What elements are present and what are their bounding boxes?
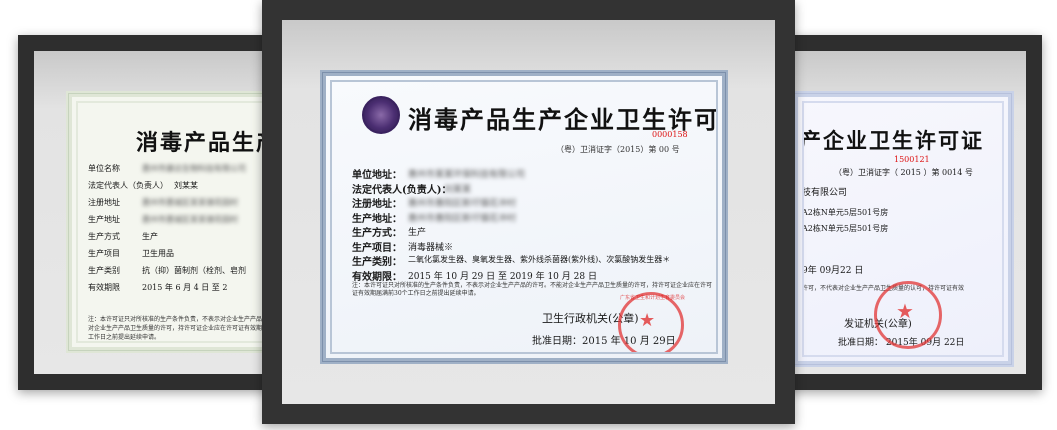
left-cert-row-label: 生产方式: [88, 232, 120, 241]
left-cert-row-label: 生产项目: [88, 249, 120, 258]
right-cert-seal-star-icon: ★: [896, 299, 914, 323]
right-cert-row-3: A2栋N单元5层501号房: [802, 224, 889, 233]
center-cert-row-value: 生产: [408, 228, 427, 238]
left-cert-row-value: 惠州市惠城区某某镇花园村: [142, 198, 238, 207]
left-cert-row-label: 注册地址: [88, 198, 120, 207]
right-cert-license-no: （粤）卫消证字（ 2015 ）第 0014 号: [834, 168, 973, 177]
center-cert-row-value: 惠州市某某环保科技有限公司: [408, 170, 526, 180]
center-cert-serial: 0000158: [652, 130, 688, 139]
left-cert-row-label: 生产地址: [88, 215, 120, 224]
left-cert-row-value: 刘某某: [174, 181, 198, 190]
center-cert-row-label: 法定代表人(负责人)：: [352, 184, 452, 196]
right-cert-validity: 9年 09月22 日: [802, 266, 864, 276]
national-emblem-icon: [362, 96, 400, 134]
right-cert-row-1: 技有限公司: [802, 188, 848, 198]
right-cert-row-2: A2栋N单元5层501号房: [802, 208, 889, 217]
center-cert-row-label: 生产地址：: [352, 213, 402, 225]
center-cert-seal-text: 广东省卫生和计划生育委员会: [620, 295, 686, 301]
right-cert-serial: 1500121: [894, 155, 930, 164]
right-certificate-inner: 产企业卫生许可证 1500121 （粤）卫消证字（ 2015 ）第 0014 号…: [802, 101, 1004, 357]
center-certificate: 消毒产品生产企业卫生许可证 0000158 （粤）卫消证字（2015）第 00 …: [320, 70, 728, 364]
left-cert-row-value: 惠州市康达生物科技有限公司: [142, 164, 246, 173]
center-cert-row-value: 消毒器械※: [408, 242, 454, 253]
center-cert-row-label: 生产类别：: [352, 257, 402, 268]
left-cert-row-label: 单位名称: [88, 164, 120, 173]
center-cert-row-value: 惠州市惠阳区新圩镇花冲村: [408, 199, 517, 209]
left-cert-row-value: 2015 年 6 月 4 日 至 2: [142, 283, 228, 292]
center-picture-frame: 消毒产品生产企业卫生许可证 0000158 （粤）卫消证字（2015）第 00 …: [262, 0, 795, 424]
left-cert-row-value: 抗（抑）菌制剂（栓剂、皂剂: [142, 266, 246, 275]
center-cert-row-label: 单位地址：: [352, 170, 402, 181]
center-certificate-inner: 消毒产品生产企业卫生许可证 0000158 （粤）卫消证字（2015）第 00 …: [330, 80, 718, 354]
left-cert-row-label: 生产类别: [88, 266, 120, 275]
left-cert-row-label: 有效期限: [88, 283, 120, 292]
center-cert-row-value: 惠州市惠阳区新圩镇花冲村: [408, 213, 517, 224]
center-cert-row-value: 2015 年 10 月 29 日 至 2019 年 10 月 28 日: [408, 271, 597, 282]
left-cert-row-value: 生产: [142, 232, 158, 241]
left-cert-row-value: 卫生用品: [142, 249, 174, 258]
center-cert-row-value: 二氧化氯发生器、臭氧发生器、紫外线杀菌器(紫外线)、次氯酸钠发生器＊: [408, 255, 671, 264]
center-cert-row-label: 注册地址：: [352, 199, 402, 210]
left-cert-row-value: 惠州市惠城区某某镇花园村: [142, 215, 238, 224]
center-cert-row-label: 生产项目：: [352, 242, 402, 254]
center-cert-row-value: 刘某某: [444, 184, 472, 195]
center-cert-row-label: 有效期限：: [352, 271, 402, 283]
right-picture-frame: 产企业卫生许可证 1500121 （粤）卫消证字（ 2015 ）第 0014 号…: [752, 35, 1042, 390]
right-certificate: 产企业卫生许可证 1500121 （粤）卫消证字（ 2015 ）第 0014 号…: [792, 91, 1014, 367]
right-cert-title: 产企业卫生许可证: [802, 128, 984, 153]
center-cert-license-no: （粤）卫消证字（2015）第 00 号: [556, 145, 680, 154]
center-cert-row-label: 生产方式：: [352, 228, 402, 239]
center-cert-seal-star-icon: ★: [639, 310, 656, 331]
left-cert-row-label: 法定代表人（负责人）: [88, 181, 168, 190]
